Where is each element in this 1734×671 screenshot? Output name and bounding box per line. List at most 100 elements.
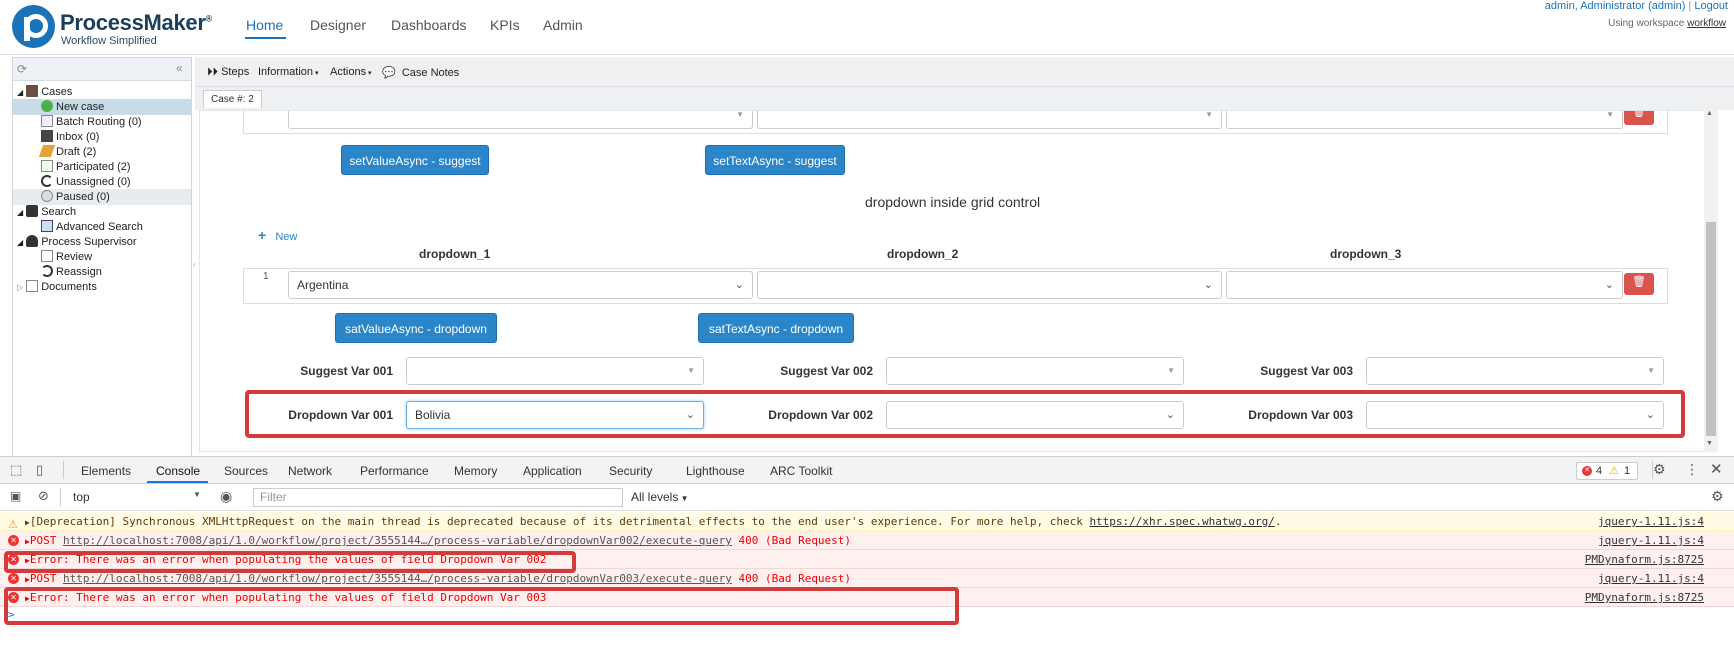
set-text-suggest-button[interactable]: setTextAsync - suggest: [705, 145, 845, 175]
log-link[interactable]: http://localhost:7008/api/1.0/workflow/p…: [63, 534, 732, 547]
expand-arrow-icon[interactable]: ◢: [17, 208, 23, 217]
scroll-down-arrow-icon[interactable]: ▼: [1706, 440, 1713, 447]
unassigned-icon: [41, 175, 53, 187]
context-caret-icon[interactable]: ▼: [193, 490, 201, 499]
tree-item-advanced-search[interactable]: Advanced Search: [41, 219, 143, 235]
partial-suggest-2[interactable]: ▼: [757, 111, 1222, 129]
tree-item-inbox[interactable]: Inbox (0): [41, 129, 99, 145]
tab-arc-toolkit[interactable]: ARC Toolkit: [770, 464, 832, 478]
tab-network[interactable]: Network: [288, 464, 332, 478]
log-source[interactable]: jquery-1.11.js:4: [1598, 512, 1704, 531]
tab-console[interactable]: Console: [156, 464, 200, 478]
nav-kpis[interactable]: KPIs: [490, 17, 520, 33]
tab-performance[interactable]: Performance: [360, 464, 429, 478]
delete-grid-row-button[interactable]: [1624, 273, 1654, 295]
settings-gear-icon[interactable]: ⚙: [1653, 461, 1666, 478]
scroll-up-arrow-icon[interactable]: ▲: [1706, 110, 1713, 117]
eye-icon[interactable]: ◉: [220, 488, 232, 505]
tree-item-participated[interactable]: Participated (2): [41, 159, 131, 175]
tree-item-draft[interactable]: Draft (2): [38, 144, 96, 160]
tab-application[interactable]: Application: [523, 464, 582, 478]
user-name[interactable]: admin, Administrator (admin): [1545, 0, 1686, 12]
console-log-warning[interactable]: ⚠ ▶[Deprecation] Synchronous XMLHttpRequ…: [0, 512, 1734, 531]
tree-item-unassigned[interactable]: Unassigned (0): [41, 174, 131, 190]
nav-designer[interactable]: Designer: [310, 17, 366, 33]
suggest-var-002-input[interactable]: ▼: [886, 357, 1184, 385]
grid-dropdown-1[interactable]: Argentina ⌄: [288, 271, 753, 299]
more-options-icon[interactable]: ⋮: [1685, 461, 1699, 478]
tree-item-review[interactable]: Review: [41, 249, 92, 265]
collapsed-arrow-icon[interactable]: ▷: [17, 283, 23, 292]
sidebar-toggle-icon[interactable]: ▣: [10, 489, 21, 503]
nav-admin[interactable]: Admin: [543, 17, 583, 33]
cases-folder-icon: [26, 85, 39, 97]
console-filter-input[interactable]: Filter: [253, 488, 623, 507]
tab-memory[interactable]: Memory: [454, 464, 497, 478]
case-notes-button[interactable]: 💬 Case Notes: [382, 66, 459, 79]
context-selector[interactable]: top: [73, 490, 90, 504]
tree-item-documents[interactable]: ▷ Documents: [17, 279, 97, 295]
delete-row-button[interactable]: [1624, 111, 1654, 125]
log-link[interactable]: http://localhost:7008/api/1.0/workflow/p…: [63, 572, 732, 585]
expand-arrow-icon[interactable]: ◢: [17, 88, 23, 97]
chevron-down-icon: ⌄: [1203, 279, 1213, 291]
chevron-down-icon: ⌄: [1604, 279, 1614, 291]
actions-menu[interactable]: Actions ▾: [330, 66, 372, 78]
suggest-var-003-input[interactable]: ▼: [1366, 357, 1664, 385]
nav-home[interactable]: Home: [246, 17, 283, 33]
logout-link[interactable]: Logout: [1694, 0, 1728, 12]
panel-splitter-handle[interactable]: ‹: [193, 260, 196, 269]
sat-value-dropdown-button[interactable]: satValueAsync - dropdown: [335, 313, 497, 343]
clear-console-icon[interactable]: ⊘: [38, 488, 49, 504]
grid-dropdown-2[interactable]: ⌄: [757, 271, 1222, 299]
tree-item-paused[interactable]: Paused (0): [13, 189, 191, 205]
log-source[interactable]: jquery-1.11.js:4: [1598, 531, 1704, 550]
grid-dropdown-3[interactable]: ⌄: [1226, 271, 1623, 299]
tab-security[interactable]: Security: [609, 464, 652, 478]
error-icon: ✕: [1582, 466, 1592, 476]
partial-suggest-3[interactable]: ▼: [1226, 110, 1623, 129]
form-scrollbar[interactable]: ▲ ▼: [1704, 110, 1718, 452]
console-log-error[interactable]: ✕ ▶POST http://localhost:7008/api/1.0/wo…: [0, 531, 1734, 550]
tree-label: Paused (0): [56, 191, 110, 203]
partial-suggest-1[interactable]: ▼: [288, 111, 753, 129]
sat-text-dropdown-button[interactable]: satTextAsync - dropdown: [698, 313, 854, 343]
caret-down-icon: ▼: [1606, 110, 1614, 119]
set-value-suggest-button[interactable]: setValueAsync - suggest: [341, 145, 489, 175]
close-devtools-icon[interactable]: ✕: [1710, 460, 1723, 478]
inspect-element-icon[interactable]: ⬚: [10, 462, 22, 478]
suggest-var-001-input[interactable]: ▼: [406, 357, 704, 385]
nav-dashboards[interactable]: Dashboards: [391, 17, 467, 33]
log-levels-dropdown[interactable]: All levels ▼: [631, 490, 689, 504]
workspace-link[interactable]: workflow: [1687, 18, 1726, 29]
tab-case[interactable]: Case #: 2: [203, 90, 262, 108]
log-message: ▶[Deprecation] Synchronous XMLHttpReques…: [25, 515, 1282, 528]
actions-label: Actions: [330, 66, 367, 78]
log-source[interactable]: PMDynaform.js:8725: [1585, 588, 1704, 607]
tab-elements[interactable]: Elements: [81, 464, 131, 478]
processmaker-logo-icon[interactable]: [12, 5, 55, 48]
steps-button[interactable]: ⏵⏵ Steps: [207, 66, 249, 79]
information-menu[interactable]: Information ▾: [258, 66, 319, 78]
tree-item-batch-routing[interactable]: Batch Routing (0): [41, 114, 142, 130]
devtools-panel: ⬚ ▯ Elements Console Sources Network Per…: [0, 456, 1734, 671]
log-source[interactable]: PMDynaform.js:8725: [1585, 550, 1704, 569]
log-link[interactable]: https://xhr.spec.whatwg.org/: [1089, 515, 1274, 528]
scroll-thumb[interactable]: [1706, 222, 1716, 436]
tree-item-search[interactable]: ◢ Search: [17, 204, 76, 220]
collapse-panel-icon[interactable]: «: [176, 61, 183, 75]
issue-counter[interactable]: ✕ 4 ⚠ 1: [1576, 462, 1638, 480]
refresh-icon[interactable]: ⟳: [17, 62, 27, 76]
grid-new-button[interactable]: + New: [258, 227, 297, 243]
user-separator: |: [1688, 0, 1692, 12]
expand-arrow-icon[interactable]: ◢: [17, 238, 23, 247]
console-settings-icon[interactable]: ⚙: [1711, 488, 1724, 505]
tree-item-cases[interactable]: ◢ Cases: [17, 84, 72, 100]
tree-item-reassign[interactable]: Reassign: [41, 264, 102, 280]
tab-sources[interactable]: Sources: [224, 464, 268, 478]
tab-lighthouse[interactable]: Lighthouse: [686, 464, 745, 478]
device-toolbar-icon[interactable]: ▯: [36, 462, 43, 478]
log-source[interactable]: jquery-1.11.js:4: [1598, 569, 1704, 588]
tree-item-process-supervisor[interactable]: ◢ Process Supervisor: [17, 234, 137, 250]
tree-item-new-case[interactable]: New case: [13, 99, 191, 115]
